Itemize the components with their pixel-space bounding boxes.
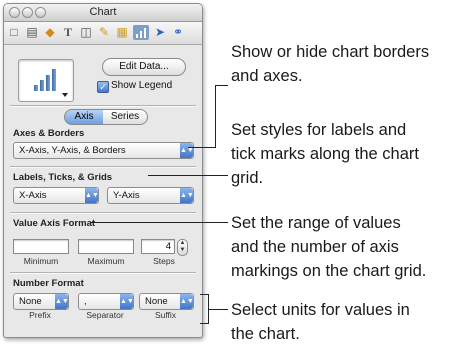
separator-popup[interactable]: , ▲▼ (78, 293, 134, 310)
popup-arrows-icon: ▲▼ (55, 294, 69, 309)
leader-line-number-format (200, 323, 209, 324)
callout-labels-ticks: Set styles for labels and tick marks alo… (231, 118, 419, 190)
chart-icon (52, 69, 56, 91)
axes-borders-popup[interactable]: X-Axis, Y-Axis, & Borders ▲▼ (13, 142, 194, 159)
hyperlink-icon[interactable]: ➤ (153, 25, 167, 40)
inspector-toolbar: □ ▤ ◆ T ◫ ✎ ▦ ➤ ⚭ (4, 22, 202, 45)
y-axis-popup[interactable]: Y-Axis ▲▼ (107, 187, 194, 204)
leader-line-axes (188, 147, 216, 148)
steps-value: 4 (165, 241, 171, 252)
divider (10, 212, 196, 214)
popup-arrows-icon: ▲▼ (180, 143, 194, 158)
leader-line-axes (215, 85, 228, 86)
suffix-label: Suffix (154, 310, 177, 320)
dropdown-arrow-icon (62, 93, 68, 97)
minimum-value (65, 241, 68, 252)
x-axis-popup[interactable]: X-Axis ▲▼ (13, 187, 99, 204)
callout-text: the chart. (231, 325, 300, 343)
prefix-label: Prefix (29, 310, 51, 320)
leader-line-axes (215, 85, 216, 148)
edit-data-button[interactable]: Edit Data... (102, 58, 186, 76)
minimum-field[interactable] (13, 239, 69, 254)
show-legend-label: Show Legend (111, 80, 173, 91)
callout-text: Show or hide chart borders (231, 43, 430, 61)
steps-field[interactable]: 4 (141, 239, 175, 254)
popup-arrows-icon: ▲▼ (85, 188, 99, 203)
title-bar: Chart (4, 4, 202, 22)
steps-label: Steps (153, 256, 175, 266)
leader-line-number-format (208, 309, 228, 310)
steps-stepper[interactable]: ▲ ▼ (177, 239, 188, 256)
brush-icon[interactable]: ✎ (97, 25, 111, 40)
leader-line-value-axis (90, 222, 228, 223)
callout-value-axis: Set the range of values and the number o… (231, 211, 426, 283)
number-format-label: Number Format (13, 278, 84, 289)
divider (10, 105, 196, 107)
leader-line-labels (148, 175, 228, 176)
chart-icon (34, 85, 38, 91)
prefix-value: None (19, 296, 42, 307)
minimum-label: Minimum (23, 256, 59, 266)
callout-axes-borders: Show or hide chart borders and axes. (231, 40, 429, 88)
metrics-icon[interactable]: ◫ (79, 25, 93, 40)
callout-text: and axes. (231, 67, 303, 85)
leader-line-number-format (200, 294, 209, 295)
axes-borders-value: X-Axis, Y-Axis, & Borders (19, 145, 126, 156)
chart-icon (40, 80, 44, 91)
divider (10, 166, 196, 168)
chart-type-well[interactable] (18, 59, 74, 102)
suffix-popup[interactable]: None ▲▼ (139, 293, 194, 310)
separator-label: Separator (86, 310, 124, 320)
table-icon[interactable]: ▦ (115, 25, 129, 40)
graphic-icon[interactable]: ◆ (43, 25, 57, 40)
callout-text: tick marks along the chart (231, 145, 419, 163)
popup-arrows-icon: ▲▼ (180, 294, 194, 309)
callout-number-format: Select units for values in the chart. (231, 298, 410, 346)
popup-arrows-icon: ▲▼ (180, 188, 194, 203)
callout-text: and the number of axis (231, 238, 399, 256)
callout-text: markings on the chart grid. (231, 262, 427, 280)
suffix-value: None (145, 296, 168, 307)
callout-text: grid. (231, 169, 264, 187)
window-title: Chart (89, 6, 117, 18)
separator-value: , (84, 296, 87, 307)
quicktime-icon[interactable]: ⚭ (171, 25, 185, 40)
document-icon[interactable]: □ (7, 25, 21, 40)
prefix-popup[interactable]: None ▲▼ (13, 293, 69, 310)
labels-ticks-grids-label: Labels, Ticks, & Grids (13, 172, 113, 183)
maximum-value (130, 241, 133, 252)
value-axis-format-label: Value Axis Format (13, 218, 96, 229)
text-icon[interactable]: T (61, 25, 75, 40)
chart-inspector-panel: Chart □ ▤ ◆ T ◫ ✎ ▦ ➤ ⚭ Edit Data... ✓ S… (3, 3, 203, 338)
maximum-label: Maximum (87, 256, 125, 266)
divider (10, 272, 196, 274)
callout-text: Set the range of values (231, 214, 401, 232)
layout-icon[interactable]: ▤ (25, 25, 39, 40)
y-axis-value: Y-Axis (113, 190, 140, 201)
callout-text: Select units for values in (231, 301, 410, 319)
show-legend-checkbox[interactable]: ✓ (97, 81, 109, 93)
callout-text: Set styles for labels and (231, 121, 407, 139)
axes-borders-label: Axes & Borders (13, 128, 85, 139)
popup-arrows-icon: ▲▼ (120, 294, 134, 309)
tab-axis[interactable]: Axis (64, 109, 104, 125)
chart-icon[interactable] (133, 25, 149, 40)
maximum-field[interactable] (78, 239, 134, 254)
chart-icon (46, 75, 50, 91)
x-axis-value: X-Axis (19, 190, 47, 201)
tab-series[interactable]: Series (103, 109, 148, 125)
